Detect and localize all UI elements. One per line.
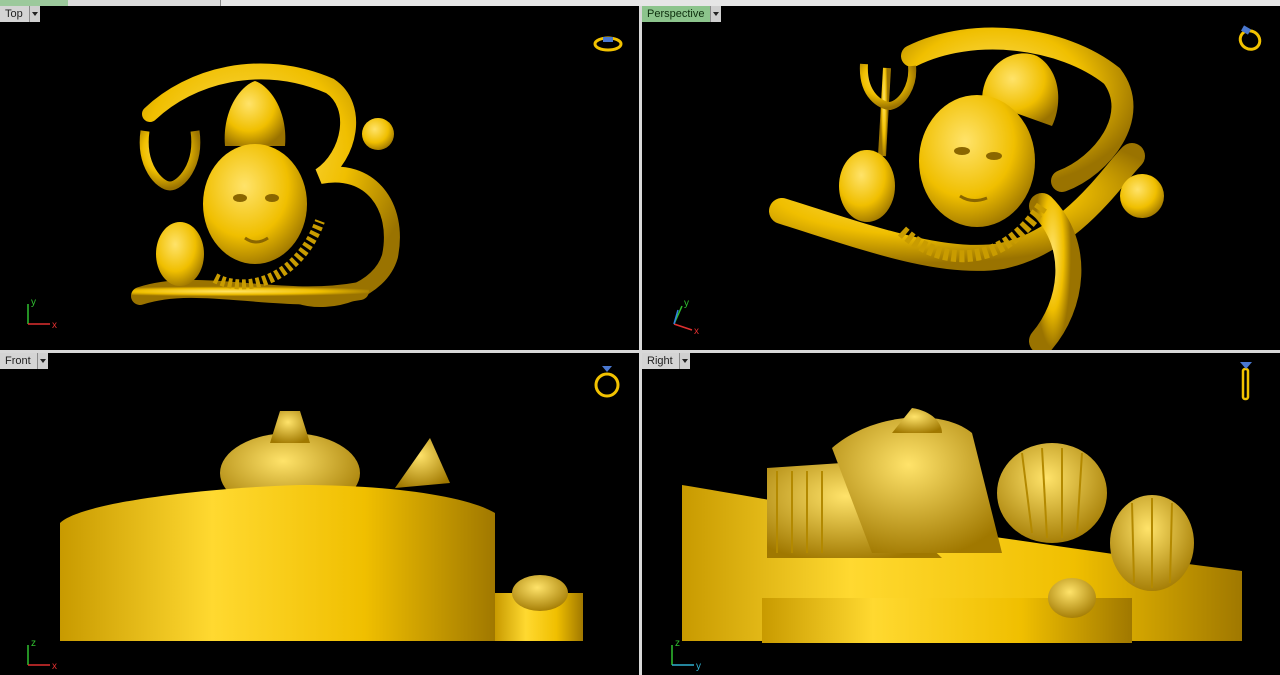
model-render-front bbox=[60, 411, 583, 641]
viewport-label-right[interactable]: Right bbox=[642, 353, 690, 369]
ring-perspective-icon[interactable] bbox=[1234, 24, 1266, 54]
ring-top-icon[interactable] bbox=[592, 32, 624, 56]
viewport-menu-arrow-icon[interactable] bbox=[36, 353, 48, 369]
viewport-title: Perspective bbox=[642, 6, 711, 22]
viewport-menu-arrow-icon[interactable] bbox=[28, 6, 40, 22]
axis-triad-perspective: y x bbox=[673, 298, 699, 334]
model-render-perspective bbox=[769, 27, 1164, 350]
viewport-title: Top bbox=[0, 6, 29, 22]
axis-x-label: x bbox=[52, 320, 57, 331]
ring-front-icon[interactable] bbox=[592, 361, 622, 401]
viewport-label-top[interactable]: Top bbox=[0, 6, 40, 22]
viewport-label-perspective[interactable]: Perspective bbox=[642, 6, 722, 22]
axis-y-label: y bbox=[684, 298, 689, 309]
viewport-perspective[interactable]: Perspective y x bbox=[642, 6, 1280, 350]
axis-x-label: x bbox=[694, 326, 699, 334]
ring-side-icon[interactable] bbox=[1236, 359, 1256, 403]
axis-z-label: z bbox=[31, 638, 36, 649]
viewport-label-front[interactable]: Front bbox=[0, 353, 48, 369]
axis-triad-front: z x bbox=[27, 638, 57, 672]
viewport-top[interactable]: Top y x bbox=[0, 6, 639, 350]
viewport-menu-arrow-icon[interactable] bbox=[710, 6, 722, 22]
axis-triad-top: y x bbox=[27, 297, 57, 331]
axis-y-label: y bbox=[696, 661, 701, 672]
axis-x-label: x bbox=[52, 661, 57, 672]
viewport-front[interactable]: Front z x bbox=[0, 353, 639, 675]
axis-y-label: y bbox=[31, 297, 36, 308]
viewport-title: Front bbox=[0, 353, 37, 369]
viewport-right[interactable]: Right z y bbox=[642, 353, 1280, 675]
model-render-top bbox=[131, 63, 400, 308]
axis-triad-right: z y bbox=[671, 638, 701, 672]
model-render-right bbox=[682, 408, 1242, 643]
viewport-menu-arrow-icon[interactable] bbox=[678, 353, 690, 369]
axis-z-label: z bbox=[675, 638, 680, 649]
viewport-title: Right bbox=[642, 353, 679, 369]
